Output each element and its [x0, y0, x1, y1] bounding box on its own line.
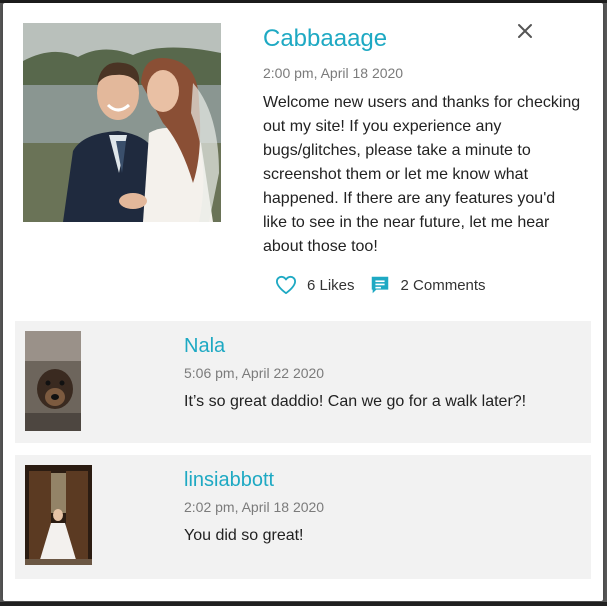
post-photo — [23, 23, 221, 222]
comments-count[interactable]: 2 Comments — [401, 277, 486, 294]
comment-timestamp: 2:02 pm, April 18 2020 — [184, 499, 325, 515]
comment-timestamp: 5:06 pm, April 22 2020 — [184, 365, 325, 381]
commenter-avatar[interactable] — [25, 331, 81, 431]
post-stats: 6 Likes 2 Comments — [275, 273, 486, 297]
comment-item: Nala 5:06 pm, April 22 2020 It’s so grea… — [15, 321, 591, 443]
likes-count[interactable]: 6 Likes — [307, 277, 355, 294]
commenter-name[interactable]: Nala — [184, 335, 225, 358]
backdrop-bottom-strip — [0, 602, 607, 606]
commenter-avatar[interactable] — [25, 465, 92, 565]
post-title: Cabbaaage — [263, 25, 388, 52]
close-icon — [518, 24, 532, 38]
close-button[interactable] — [511, 17, 539, 45]
heart-icon[interactable] — [275, 275, 297, 295]
comment-text: It’s so great daddio! Can we go for a wa… — [184, 393, 527, 410]
comment-item: linsiabbott 2:02 pm, April 18 2020 You d… — [15, 455, 591, 579]
post-timestamp: 2:00 pm, April 18 2020 — [263, 65, 404, 81]
comment-text: You did so great! — [184, 527, 304, 544]
comment-icon[interactable] — [369, 274, 391, 296]
post-detail-modal: Cabbaaage 2:00 pm, April 18 2020 Welcome… — [3, 3, 603, 601]
post-body: Welcome new users and thanks for checkin… — [263, 94, 581, 255]
commenter-name[interactable]: linsiabbott — [184, 469, 274, 492]
